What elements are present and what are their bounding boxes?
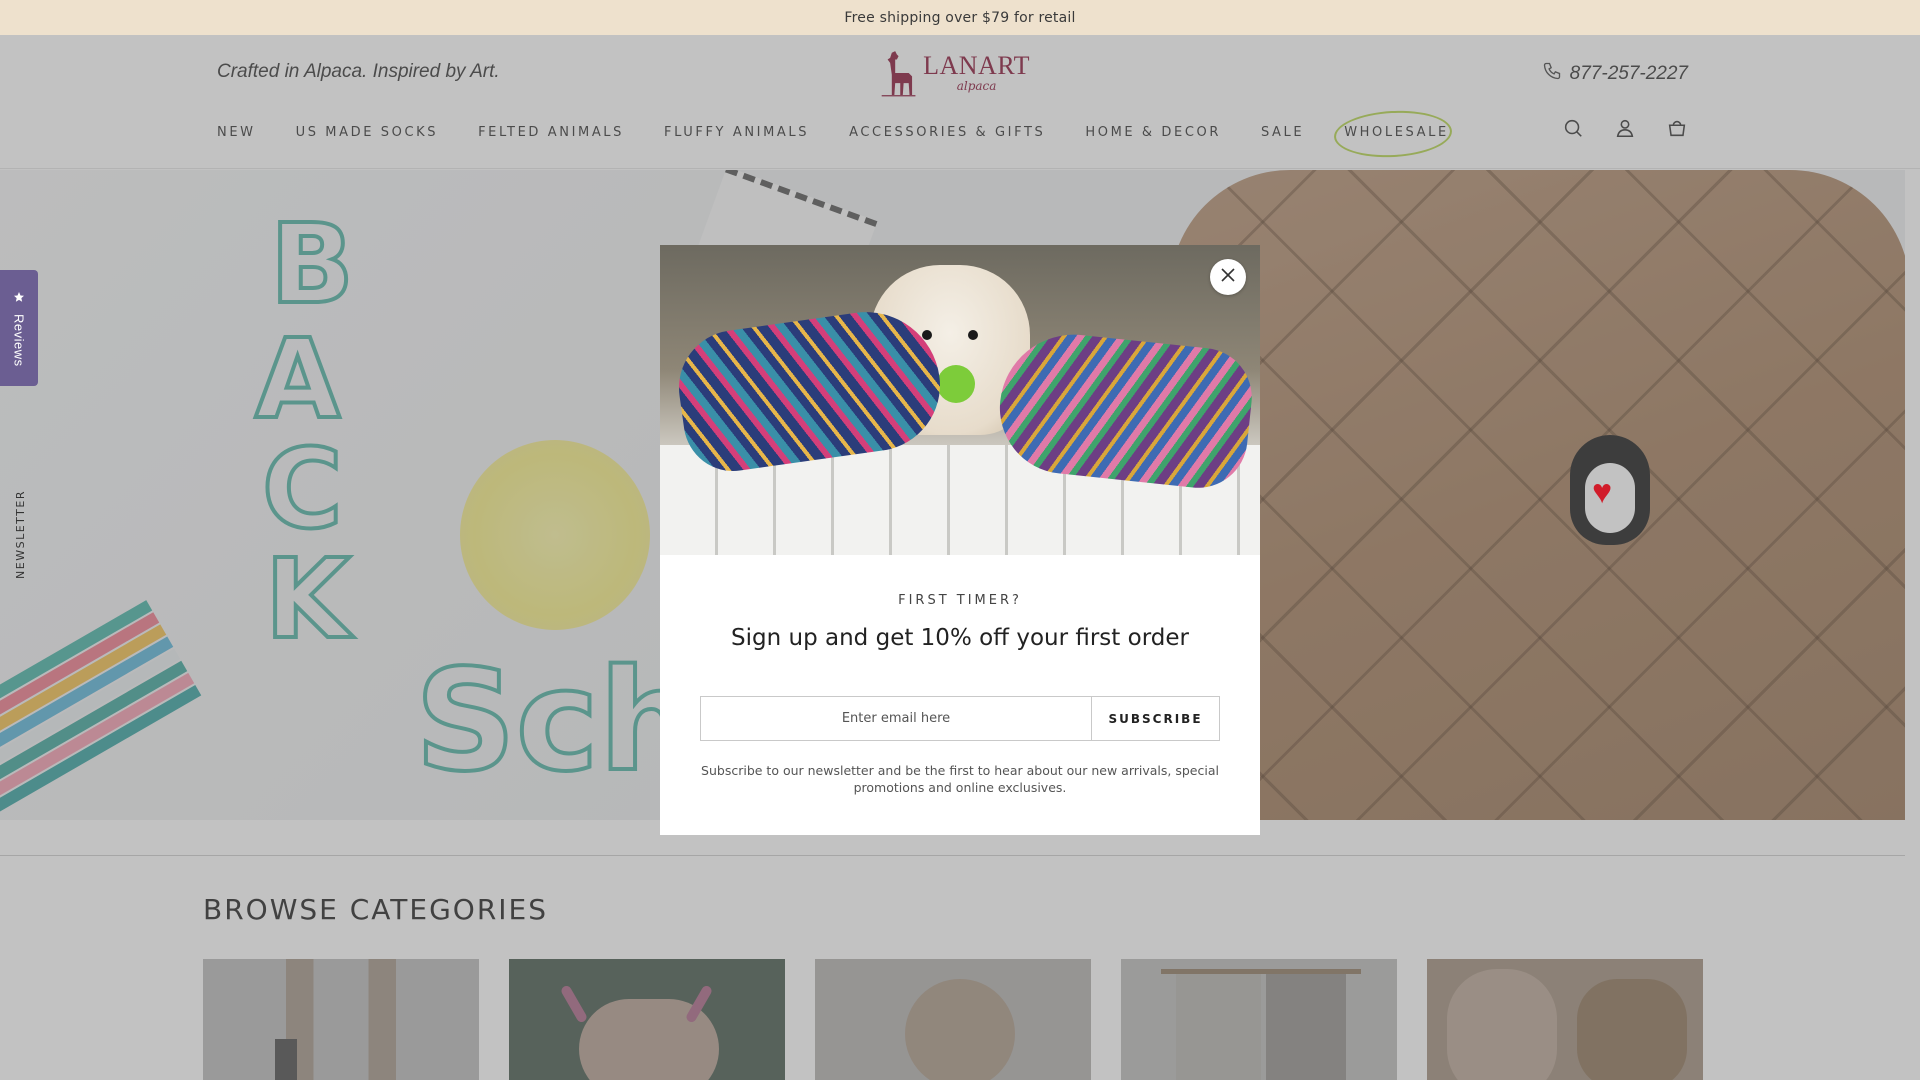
reviews-tab-label: Reviews xyxy=(11,313,27,367)
newsletter-tab[interactable]: NEWSLETTER xyxy=(14,490,27,579)
reviews-tab[interactable]: Reviews xyxy=(0,270,38,386)
popup-headline: Sign up and get 10% off your first order xyxy=(731,625,1189,651)
star-icon xyxy=(13,290,25,308)
subscribe-button[interactable]: SUBSCRIBE xyxy=(1092,697,1219,740)
close-icon xyxy=(1220,267,1236,288)
popup-ball xyxy=(937,365,975,403)
heart-icon: ♥ xyxy=(1592,473,1613,511)
popup-body: FIRST TIMER? Sign up and get 10% off you… xyxy=(660,555,1260,835)
newsletter-popup: FIRST TIMER? Sign up and get 10% off you… xyxy=(660,245,1260,835)
popup-eyebrow: FIRST TIMER? xyxy=(898,593,1022,608)
subscribe-form: SUBSCRIBE xyxy=(700,696,1220,741)
announcement-bar: Free shipping over $79 for retail xyxy=(0,0,1920,35)
popup-image xyxy=(660,245,1260,555)
announcement-text: Free shipping over $79 for retail xyxy=(844,9,1076,26)
popup-fineprint: Subscribe to our newsletter and be the f… xyxy=(701,763,1219,795)
popup-close-button[interactable] xyxy=(1210,259,1246,295)
email-input[interactable] xyxy=(701,697,1092,740)
